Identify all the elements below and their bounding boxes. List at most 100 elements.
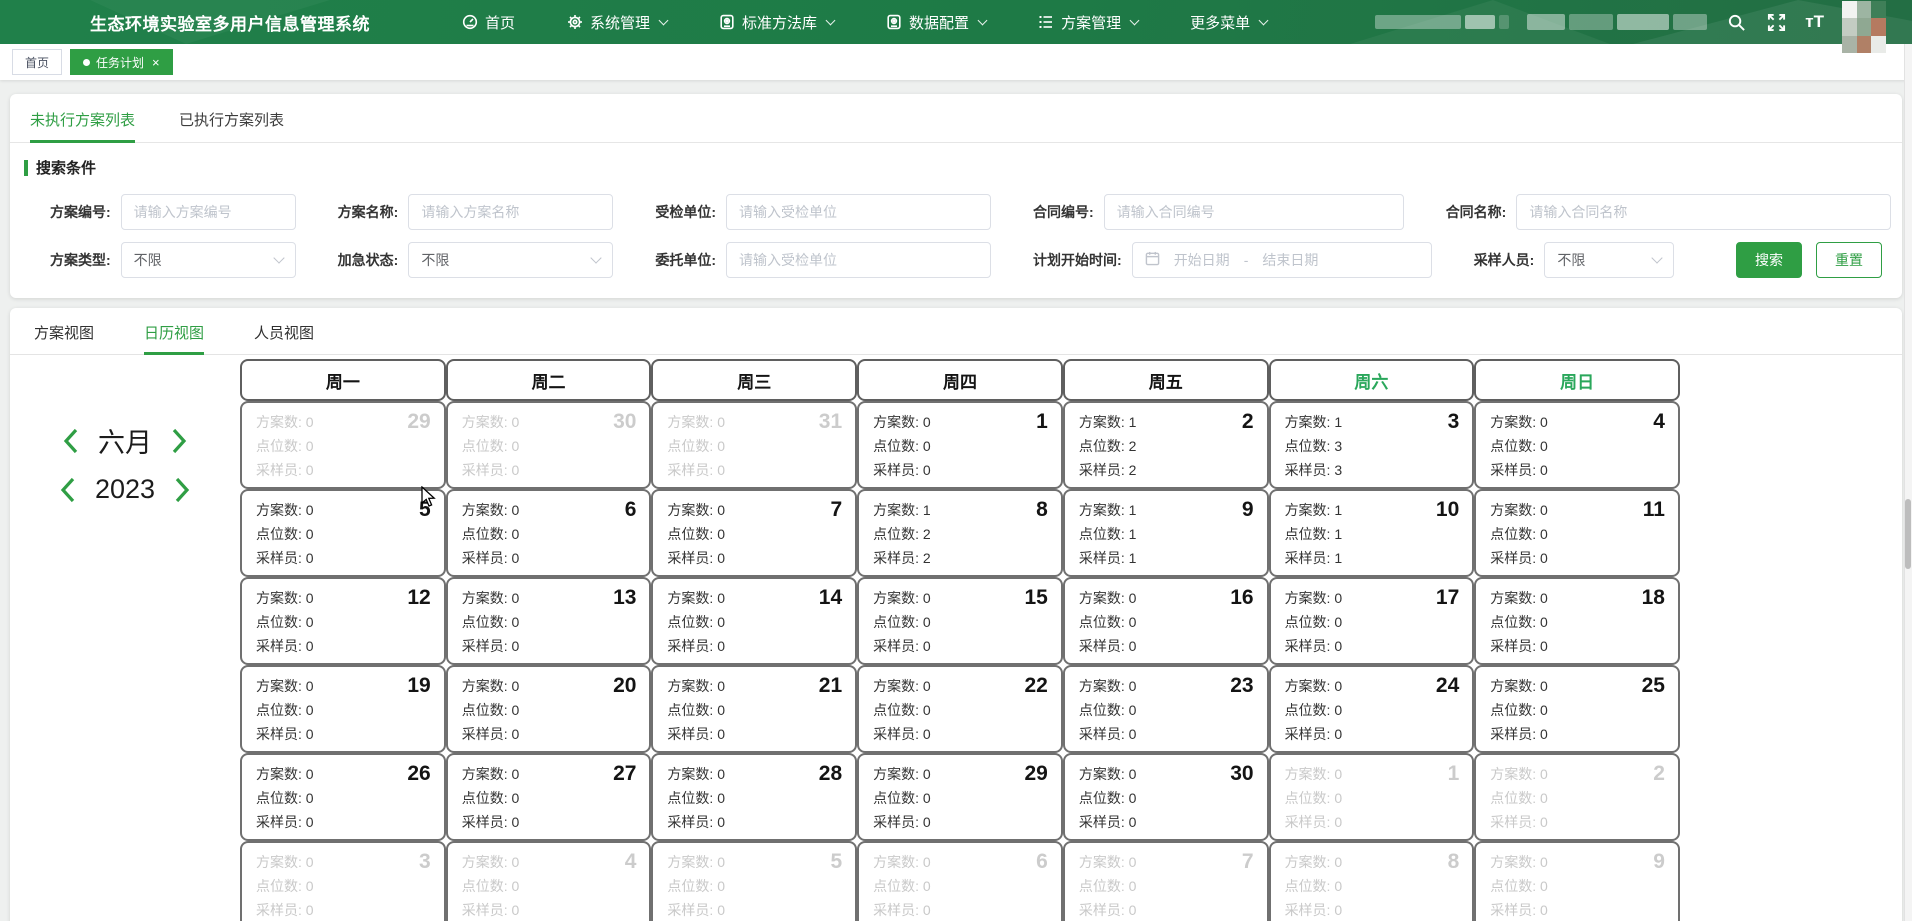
- calendar-day-cell[interactable]: 方案数: 0点位数: 0采样员: 05: [651, 841, 857, 921]
- nav-item-4[interactable]: 数据配置: [864, 0, 1008, 44]
- plans-count-line: 方案数: 0: [1490, 850, 1666, 874]
- chevron-down-icon: [659, 15, 669, 25]
- calendar-day-cell[interactable]: 方案数: 0点位数: 0采样员: 023: [1063, 665, 1269, 753]
- day-number: 22: [1024, 674, 1047, 698]
- field-urgent-status: 加急状态:不限: [338, 242, 614, 278]
- calendar-day-cell[interactable]: 方案数: 0点位数: 0采样员: 029: [240, 401, 446, 489]
- close-icon[interactable]: ×: [152, 55, 160, 70]
- day-number: 15: [1024, 586, 1047, 610]
- nav-item-3[interactable]: 标准方法库: [697, 0, 856, 44]
- nav-item-5[interactable]: 方案管理: [1016, 0, 1160, 44]
- day-number: 29: [1024, 762, 1047, 786]
- nav-item-1[interactable]: 首页: [440, 0, 537, 44]
- samplers-count-line: 采样员: 0: [1490, 634, 1666, 658]
- search-button[interactable]: 搜索: [1736, 242, 1802, 278]
- calendar-day-cell[interactable]: 方案数: 0点位数: 0采样员: 04: [446, 841, 652, 921]
- next-year-icon[interactable]: [173, 477, 191, 503]
- calendar-day-cell[interactable]: 方案数: 0点位数: 0采样员: 07: [651, 489, 857, 577]
- calendar-day-cell[interactable]: 方案数: 0点位数: 0采样员: 04: [1474, 401, 1680, 489]
- urgent-status-select[interactable]: 不限: [408, 242, 613, 278]
- samplers-count-line: 采样员: 0: [667, 810, 843, 834]
- calendar-day-cell[interactable]: 方案数: 0点位数: 0采样员: 028: [651, 753, 857, 841]
- next-month-icon[interactable]: [170, 428, 188, 454]
- calendar-day-cell[interactable]: 方案数: 0点位数: 0采样员: 013: [446, 577, 652, 665]
- nav-item-2[interactable]: 系统管理: [545, 0, 689, 44]
- navbar-right: тT: [1375, 0, 1912, 53]
- tab-plan-list-2[interactable]: 已执行方案列表: [179, 94, 284, 142]
- calendar-day-cell[interactable]: 方案数: 0点位数: 0采样员: 019: [240, 665, 446, 753]
- day-number: 2: [1653, 762, 1665, 786]
- plan-type-select[interactable]: 不限: [121, 242, 296, 278]
- scrollbar-track[interactable]: [1904, 44, 1912, 921]
- samplers-count-line: 采样员: 0: [1490, 546, 1666, 570]
- calendar-day-cell[interactable]: 方案数: 0点位数: 0采样员: 03: [240, 841, 446, 921]
- prev-year-icon[interactable]: [59, 477, 77, 503]
- plans-count-line: 方案数: 0: [873, 850, 1049, 874]
- plan-start-time-daterange[interactable]: 开始日期-结束日期: [1132, 242, 1432, 278]
- calendar-day-cell[interactable]: 方案数: 0点位数: 0采样员: 024: [1269, 665, 1475, 753]
- calendar-day-cell[interactable]: 方案数: 0点位数: 0采样员: 01: [857, 401, 1063, 489]
- fullscreen-icon[interactable]: [1765, 11, 1787, 33]
- view-tab-2[interactable]: 日历视图: [144, 308, 204, 354]
- font-size-icon[interactable]: тT: [1805, 12, 1824, 32]
- tab-chip-1[interactable]: 首页: [12, 49, 62, 75]
- samplers-count-line: 采样员: 0: [1490, 458, 1666, 482]
- calendar-day-cell[interactable]: 方案数: 0点位数: 0采样员: 026: [240, 753, 446, 841]
- calendar-day-cell[interactable]: 方案数: 0点位数: 0采样员: 016: [1063, 577, 1269, 665]
- calendar-day-cell[interactable]: 方案数: 0点位数: 0采样员: 07: [1063, 841, 1269, 921]
- reset-button[interactable]: 重置: [1816, 242, 1882, 278]
- calendar-day-cell[interactable]: 方案数: 0点位数: 0采样员: 018: [1474, 577, 1680, 665]
- calendar-day-cell[interactable]: 方案数: 0点位数: 0采样员: 020: [446, 665, 652, 753]
- calendar-day-cell[interactable]: 方案数: 0点位数: 0采样员: 05: [240, 489, 446, 577]
- view-tab-1[interactable]: 方案视图: [34, 308, 94, 354]
- tab-chip-2[interactable]: 任务计划×: [70, 49, 173, 75]
- calendar-day-cell[interactable]: 方案数: 0点位数: 0采样员: 015: [857, 577, 1063, 665]
- tab-plan-list-1[interactable]: 未执行方案列表: [30, 94, 135, 142]
- calendar-day-cell[interactable]: 方案数: 1点位数: 3采样员: 33: [1269, 401, 1475, 489]
- plan-code-input[interactable]: [121, 194, 296, 230]
- nav-item-6[interactable]: 更多菜单: [1168, 0, 1289, 44]
- calendar-day-cell[interactable]: 方案数: 0点位数: 0采样员: 021: [651, 665, 857, 753]
- scrollbar-thumb[interactable]: [1905, 499, 1911, 569]
- calendar-day-cell[interactable]: 方案数: 0点位数: 0采样员: 08: [1269, 841, 1475, 921]
- calendar-day-cell[interactable]: 方案数: 0点位数: 0采样员: 01: [1269, 753, 1475, 841]
- calendar-day-cell[interactable]: 方案数: 0点位数: 0采样员: 011: [1474, 489, 1680, 577]
- calendar-day-cell[interactable]: 方案数: 0点位数: 0采样员: 014: [651, 577, 857, 665]
- calendar-day-cell[interactable]: 方案数: 0点位数: 0采样员: 030: [1063, 753, 1269, 841]
- contract-code-input[interactable]: [1104, 194, 1404, 230]
- prev-month-icon[interactable]: [62, 428, 80, 454]
- search-icon[interactable]: [1725, 11, 1747, 33]
- client-unit-input[interactable]: [726, 242, 991, 278]
- calendar-day-cell[interactable]: 方案数: 0点位数: 0采样员: 027: [446, 753, 652, 841]
- calendar-day-cell[interactable]: 方案数: 0点位数: 0采样员: 02: [1474, 753, 1680, 841]
- calendar-day-cell[interactable]: 方案数: 1点位数: 1采样员: 19: [1063, 489, 1269, 577]
- contract-name-input[interactable]: [1516, 194, 1891, 230]
- calendar-day-cell[interactable]: 方案数: 0点位数: 0采样员: 017: [1269, 577, 1475, 665]
- view-tab-3[interactable]: 人员视图: [254, 308, 314, 354]
- calendar-day-cell[interactable]: 方案数: 0点位数: 0采样员: 06: [446, 489, 652, 577]
- inspected-unit-input[interactable]: [726, 194, 991, 230]
- field-label-plan-start-time: 计划开始时间:: [1033, 250, 1122, 270]
- calendar-day-cell[interactable]: 方案数: 0点位数: 0采样员: 022: [857, 665, 1063, 753]
- calendar-day-cell[interactable]: 方案数: 0点位数: 0采样员: 06: [857, 841, 1063, 921]
- calendar-day-cell[interactable]: 方案数: 0点位数: 0采样员: 09: [1474, 841, 1680, 921]
- samplers-count-line: 采样员: 0: [462, 810, 638, 834]
- sampler-select[interactable]: 不限: [1544, 242, 1674, 278]
- avatar[interactable]: [1842, 1, 1886, 53]
- weekday-header-1: 周一: [240, 359, 446, 401]
- calendar-day-cell[interactable]: 方案数: 1点位数: 2采样员: 28: [857, 489, 1063, 577]
- calendar-day-cell[interactable]: 方案数: 1点位数: 1采样员: 110: [1269, 489, 1475, 577]
- calendar-day-cell[interactable]: 方案数: 0点位数: 0采样员: 031: [651, 401, 857, 489]
- calendar-day-cell[interactable]: 方案数: 0点位数: 0采样员: 012: [240, 577, 446, 665]
- points-count-line: 点位数: 0: [462, 698, 638, 722]
- plan-name-input[interactable]: [408, 194, 613, 230]
- calendar-day-cell[interactable]: 方案数: 0点位数: 0采样员: 029: [857, 753, 1063, 841]
- calendar-day-cell[interactable]: 方案数: 0点位数: 0采样员: 025: [1474, 665, 1680, 753]
- points-count-line: 点位数: 3: [1285, 434, 1461, 458]
- day-number: 27: [613, 762, 636, 786]
- day-number: 6: [1036, 850, 1048, 874]
- points-count-line: 点位数: 0: [256, 874, 432, 898]
- calendar-day-cell[interactable]: 方案数: 0点位数: 0采样员: 030: [446, 401, 652, 489]
- calendar-day-cell[interactable]: 方案数: 1点位数: 2采样员: 22: [1063, 401, 1269, 489]
- points-count-line: 点位数: 0: [1490, 610, 1666, 634]
